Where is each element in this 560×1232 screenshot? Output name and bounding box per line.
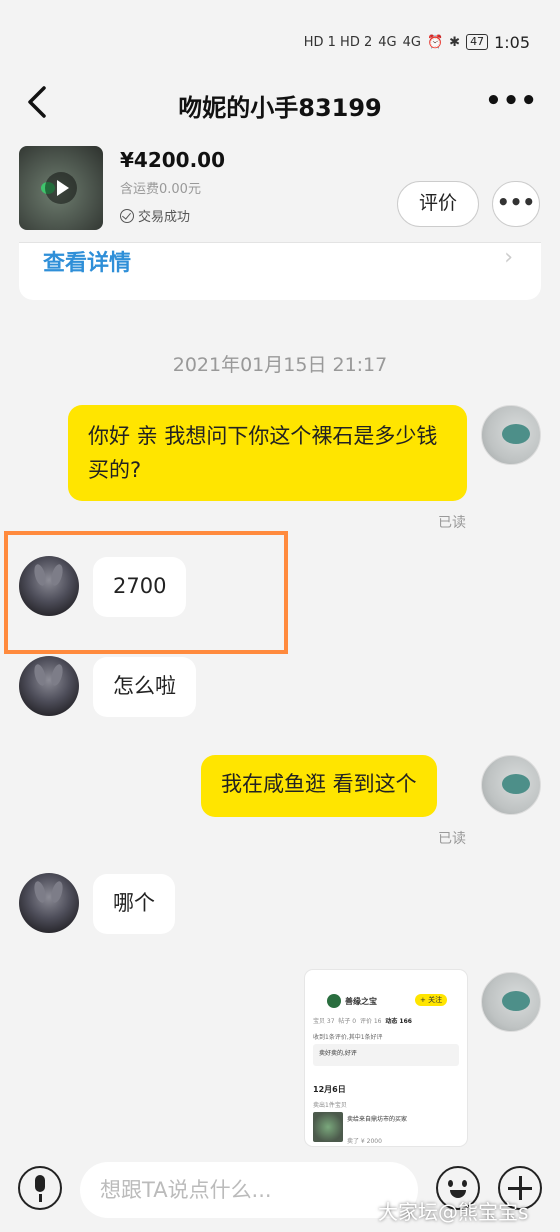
message-text: 哪个: [113, 891, 155, 915]
their-message-bubble[interactable]: 2700: [93, 557, 187, 617]
trade-status: 交易成功: [120, 206, 190, 225]
shop-logo: [327, 994, 341, 1008]
their-message-bubble[interactable]: 哪个: [93, 874, 175, 934]
product-price: ¥4200.00: [120, 148, 226, 172]
watermark: 大家坛@熊宝宝s: [378, 1200, 529, 1224]
trade-status-label: 交易成功: [138, 210, 191, 225]
their-avatar[interactable]: [19, 556, 79, 616]
message-text: 2700: [113, 574, 167, 598]
item-thumbnail: [313, 1112, 343, 1142]
chevron-right-icon: ›: [504, 245, 513, 270]
message-input[interactable]: [80, 1162, 418, 1218]
bluetooth-icon: ✱: [449, 34, 461, 50]
sold-price: 卖了 ¥ 2000: [347, 1138, 382, 1145]
shipping-fee: 含运费0.00元: [120, 182, 201, 197]
status-bar: HD 1 HD 2 4G 4G ⏰ ✱ 47 1:05: [0, 0, 560, 64]
review-card-text: 卖好卖的,好评: [319, 1050, 357, 1057]
signal-2-icon: 4G: [402, 34, 421, 50]
my-avatar[interactable]: [481, 755, 541, 815]
read-receipt: 已读: [438, 831, 466, 847]
hd-indicator: HD 1 HD 2: [303, 34, 373, 50]
message-text: 你好 亲 我想问下你这个裸石是多少钱买的?: [88, 424, 438, 482]
buyer-line: 卖给来自鼎坊市的买家: [347, 1116, 408, 1123]
shop-tab: 评价 16: [359, 1018, 382, 1025]
product-thumbnail[interactable]: [19, 146, 103, 230]
review-summary: 收到1条评价,其中1条好评: [313, 1034, 383, 1041]
shop-tab: 帖子 0: [338, 1018, 357, 1025]
activity-date: 12月6日: [313, 1085, 346, 1094]
page-title: 吻妮的小手83199: [178, 94, 382, 122]
view-details-link[interactable]: 查看详情: [43, 245, 131, 277]
clock: 1:05: [494, 32, 530, 52]
my-avatar[interactable]: [481, 405, 541, 465]
read-receipt: 已读: [438, 515, 466, 531]
chat-header: 吻妮的小手83199 •••: [0, 64, 560, 138]
check-circle-icon: [120, 208, 134, 223]
shop-name: 善缘之宝: [345, 997, 377, 1006]
my-avatar[interactable]: [481, 972, 541, 1032]
my-message-bubble[interactable]: 我在咸鱼逛 看到这个: [201, 755, 437, 817]
play-icon[interactable]: [45, 172, 77, 204]
status-icons: HD 1 HD 2 4G 4G ⏰ ✱ 47 1:05: [304, 30, 530, 54]
more-horizontal-icon[interactable]: •••: [485, 86, 538, 116]
their-message-bubble[interactable]: 怎么啦: [93, 657, 196, 717]
follow-badge: + 关注: [415, 994, 448, 1006]
my-message-bubble[interactable]: 你好 亲 我想问下你这个裸石是多少钱买的?: [68, 405, 467, 501]
review-button[interactable]: 评价: [397, 181, 479, 227]
signal-1-icon: 4G: [378, 34, 397, 50]
their-avatar[interactable]: [19, 656, 79, 716]
details-card[interactable]: 查看详情 ›: [19, 242, 541, 300]
message-timestamp: 2021年01月15日 21:17: [172, 354, 388, 376]
their-avatar[interactable]: [19, 873, 79, 933]
message-text: 我在咸鱼逛 看到这个: [221, 772, 417, 796]
product-more-button[interactable]: •••: [492, 181, 540, 227]
shop-tab: 宝贝 37: [313, 1018, 335, 1025]
sold-line: 卖出1件宝贝: [313, 1102, 347, 1109]
image-message[interactable]: 善缘之宝 + 关注 宝贝 37 帖子 0 评价 16 动态 166 收到1条评价…: [305, 970, 467, 1146]
shop-tabs: 宝贝 37 帖子 0 评价 16 动态 166: [313, 1016, 412, 1025]
product-card[interactable]: ¥4200.00 含运费0.00元 交易成功 评价 •••: [0, 138, 560, 242]
alarm-icon: ⏰: [426, 34, 444, 50]
shop-tab-active: 动态 166: [385, 1018, 412, 1025]
message-text: 怎么啦: [113, 674, 176, 698]
battery-icon: 47: [466, 34, 489, 50]
microphone-icon[interactable]: [18, 1166, 62, 1210]
